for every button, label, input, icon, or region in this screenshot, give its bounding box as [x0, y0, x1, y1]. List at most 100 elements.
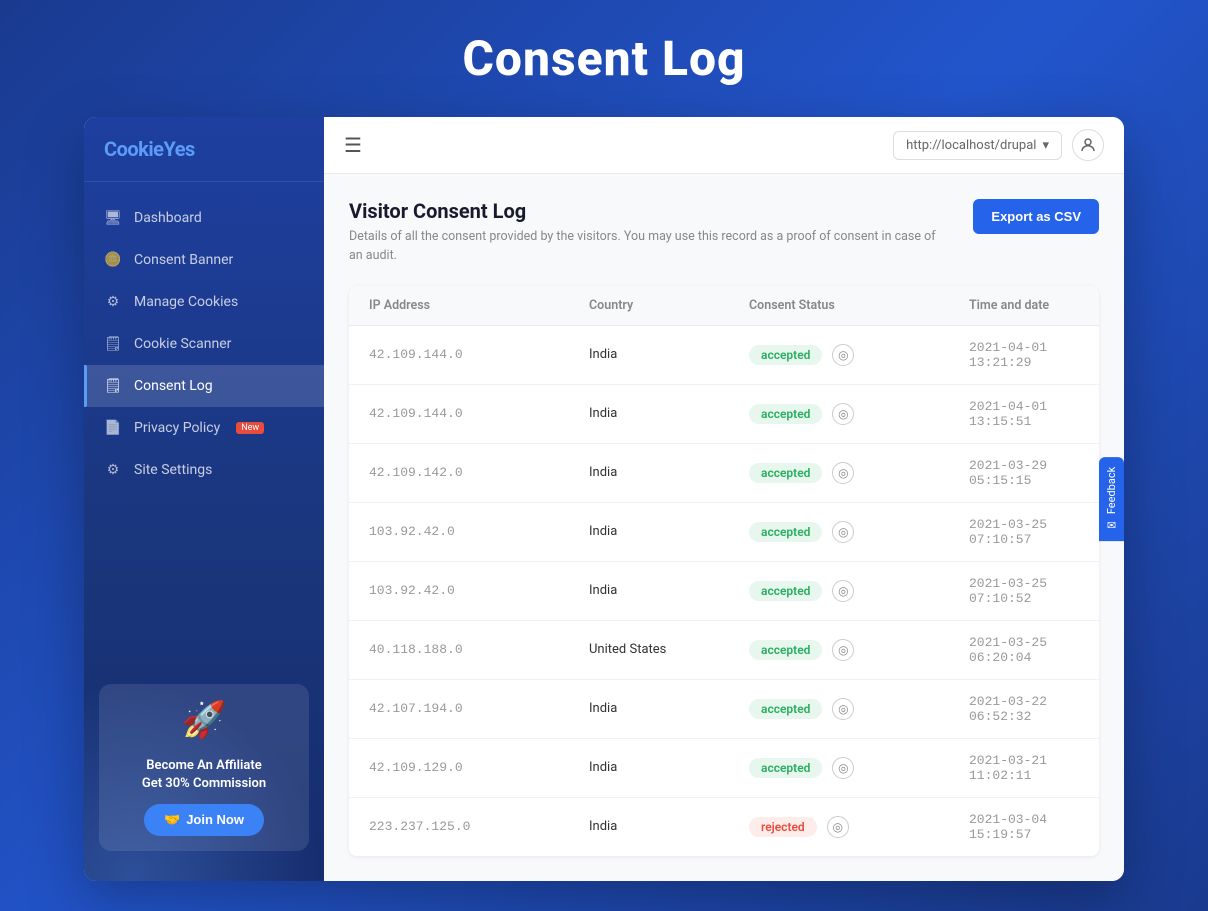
join-now-button[interactable]: 🤝 Join Now [144, 804, 264, 836]
status-badge: accepted [749, 404, 822, 424]
cell-status: accepted ◎ [749, 403, 969, 425]
nav-icon-consent-banner: 🪙 [104, 251, 122, 269]
affiliate-promo: 🚀 Become An AffiliateGet 30% Commission … [99, 684, 309, 850]
cell-ip: 103.92.42.0 [369, 583, 589, 598]
cell-ip: 42.109.129.0 [369, 760, 589, 775]
cell-ip: 42.109.142.0 [369, 465, 589, 480]
info-icon[interactable]: ◎ [832, 580, 854, 602]
table-row: 42.107.194.0 India accepted ◎ 2021-03-22… [349, 680, 1099, 739]
table-row: 103.92.42.0 India accepted ◎ 2021-03-25 … [349, 503, 1099, 562]
sidebar: CookieYes 🖥 Dashboard 🪙 Consent Banner ⚙… [84, 117, 324, 881]
nav-label-cookie-scanner: Cookie Scanner [134, 336, 231, 352]
logo: CookieYes [104, 137, 304, 161]
cell-date: 2021-04-01 13:21:29 [969, 340, 1079, 370]
sidebar-item-site-settings[interactable]: ⚙ Site Settings [84, 449, 324, 491]
cell-date: 2021-03-22 06:52:32 [969, 694, 1079, 724]
cell-ip: 40.118.188.0 [369, 642, 589, 657]
cell-date: 2021-03-25 07:10:52 [969, 576, 1079, 606]
nav-icon-consent-log: 🗒 [104, 377, 122, 395]
nav-label-dashboard: Dashboard [134, 210, 202, 226]
cell-date: 2021-03-21 11:02:11 [969, 753, 1079, 783]
cell-ip: 42.109.144.0 [369, 406, 589, 421]
feedback-tab[interactable]: ✉ Feedback [1099, 457, 1124, 541]
column-header: Country [589, 298, 749, 313]
sidebar-item-consent-log[interactable]: 🗒 Consent Log [84, 365, 324, 407]
nav-icon-manage-cookies: ⚙ [104, 293, 122, 311]
nav-menu: 🖥 Dashboard 🪙 Consent Banner ⚙ Manage Co… [84, 182, 324, 674]
cell-status: accepted ◎ [749, 344, 969, 366]
export-csv-button[interactable]: Export as CSV [973, 199, 1099, 234]
status-badge: rejected [749, 817, 817, 837]
nav-label-site-settings: Site Settings [134, 462, 212, 478]
sidebar-item-privacy-policy[interactable]: 📄 Privacy Policy New [84, 407, 324, 449]
nav-icon-cookie-scanner: 🗒 [104, 335, 122, 353]
section-title: Visitor Consent Log [349, 199, 949, 223]
main-content: ☰ http://localhost/drupal ▾ Visitor Cons [324, 117, 1124, 881]
cell-ip: 223.237.125.0 [369, 819, 589, 834]
info-icon[interactable]: ◎ [832, 403, 854, 425]
nav-label-consent-log: Consent Log [134, 378, 213, 394]
cell-status: accepted ◎ [749, 639, 969, 661]
table-row: 103.92.42.0 India accepted ◎ 2021-03-25 … [349, 562, 1099, 621]
cell-country: India [589, 347, 749, 362]
cell-country: India [589, 819, 749, 834]
cell-date: 2021-03-25 06:20:04 [969, 635, 1079, 665]
status-badge: accepted [749, 345, 822, 365]
affiliate-title: Become An AffiliateGet 30% Commission [114, 757, 294, 793]
consent-log-table: IP AddressCountryConsent StatusTime and … [349, 286, 1099, 856]
sidebar-item-cookie-scanner[interactable]: 🗒 Cookie Scanner [84, 323, 324, 365]
cell-status: accepted ◎ [749, 698, 969, 720]
cell-country: India [589, 465, 749, 480]
info-icon[interactable]: ◎ [832, 344, 854, 366]
page-title: Consent Log [462, 30, 745, 87]
column-header: IP Address [369, 298, 589, 313]
cell-status: accepted ◎ [749, 580, 969, 602]
cell-status: accepted ◎ [749, 757, 969, 779]
page-header: Visitor Consent Log Details of all the c… [349, 199, 1099, 266]
nav-label-consent-banner: Consent Banner [134, 252, 233, 268]
column-header: Consent Status [749, 298, 969, 313]
info-icon[interactable]: ◎ [832, 639, 854, 661]
cell-status: rejected ◎ [749, 816, 969, 838]
info-icon[interactable]: ◎ [832, 462, 854, 484]
table-row: 42.109.144.0 India accepted ◎ 2021-04-01… [349, 385, 1099, 444]
status-badge: accepted [749, 758, 822, 778]
cell-country: India [589, 406, 749, 421]
page-header-text: Visitor Consent Log Details of all the c… [349, 199, 949, 266]
cell-country: India [589, 760, 749, 775]
sidebar-item-manage-cookies[interactable]: ⚙ Manage Cookies [84, 281, 324, 323]
content-area: Visitor Consent Log Details of all the c… [324, 174, 1124, 881]
sidebar-item-consent-banner[interactable]: 🪙 Consent Banner [84, 239, 324, 281]
cell-ip: 42.109.144.0 [369, 347, 589, 362]
nav-label-manage-cookies: Manage Cookies [134, 294, 238, 310]
status-badge: accepted [749, 699, 822, 719]
affiliate-image: 🚀 [179, 699, 229, 749]
cell-country: India [589, 524, 749, 539]
nav-icon-privacy-policy: 📄 [104, 419, 122, 437]
info-icon[interactable]: ◎ [827, 816, 849, 838]
info-icon[interactable]: ◎ [832, 698, 854, 720]
sidebar-item-dashboard[interactable]: 🖥 Dashboard [84, 197, 324, 239]
logo-area: CookieYes [84, 117, 324, 182]
cell-date: 2021-03-25 07:10:57 [969, 517, 1079, 547]
cell-country: United States [589, 642, 749, 657]
hamburger-icon[interactable]: ☰ [344, 133, 362, 157]
info-icon[interactable]: ◎ [832, 757, 854, 779]
info-icon[interactable]: ◎ [832, 521, 854, 543]
nav-label-privacy-policy: Privacy Policy [134, 420, 220, 436]
user-avatar[interactable] [1072, 129, 1104, 161]
join-icon: 🤝 [164, 812, 180, 828]
badge-privacy-policy: New [236, 422, 264, 434]
cell-date: 2021-03-29 05:15:15 [969, 458, 1079, 488]
nav-icon-site-settings: ⚙ [104, 461, 122, 479]
status-badge: accepted [749, 640, 822, 660]
table-header: IP AddressCountryConsent StatusTime and … [349, 286, 1099, 326]
table-body: 42.109.144.0 India accepted ◎ 2021-04-01… [349, 326, 1099, 856]
domain-selector[interactable]: http://localhost/drupal ▾ [893, 131, 1062, 160]
cell-ip: 42.107.194.0 [369, 701, 589, 716]
status-badge: accepted [749, 522, 822, 542]
feedback-icon: ✉ [1105, 518, 1118, 531]
table-row: 42.109.142.0 India accepted ◎ 2021-03-29… [349, 444, 1099, 503]
feedback-label: Feedback [1105, 467, 1118, 514]
nav-icon-dashboard: 🖥 [104, 209, 122, 227]
